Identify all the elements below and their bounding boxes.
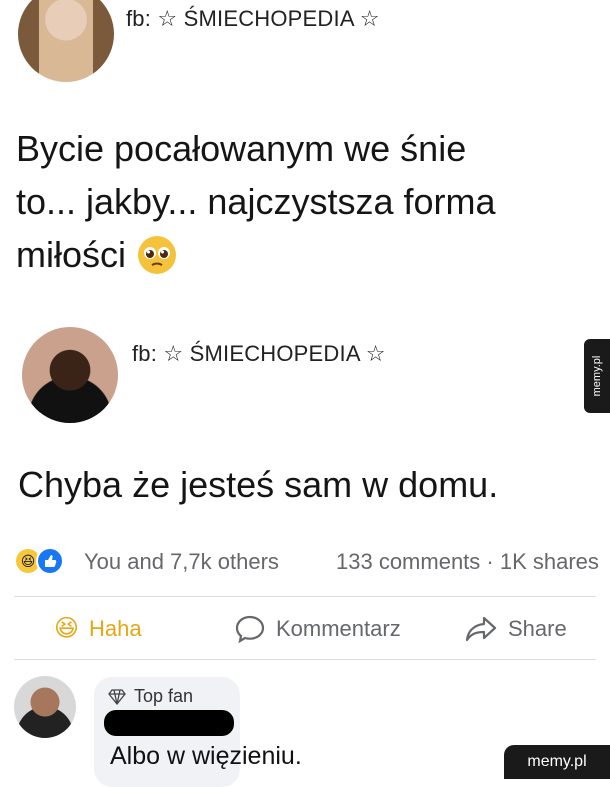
- comment-icon: [235, 615, 265, 644]
- redacted-name: [104, 710, 234, 736]
- diamond-icon: [108, 688, 126, 705]
- post2-text: Chyba że jesteś sam w domu.: [18, 464, 499, 505]
- post2-source: fb: ☆ ŚMIECHOPEDIA ☆: [132, 341, 386, 366]
- haha-button[interactable]: 😆 Haha: [54, 614, 142, 643]
- top-fan-label: Top fan: [134, 686, 194, 706]
- reactions-count[interactable]: You and 7,7k others: [84, 549, 279, 575]
- pleading-face-icon: [138, 235, 177, 274]
- comment-label: Kommentarz: [276, 616, 401, 641]
- post1-line-2: to... jakby... najczystsza forma: [16, 181, 496, 222]
- actions-divider-top: [14, 596, 596, 597]
- post1-line-3: miłości: [16, 234, 127, 275]
- watermark: memy.pl: [504, 745, 610, 779]
- post1-line-1: Bycie pocałowanym we śnie: [16, 128, 467, 169]
- comment-button[interactable]: Kommentarz: [234, 614, 401, 644]
- post1-text: Bycie pocałowanym we śnie to... jakby...…: [16, 122, 496, 281]
- side-watermark-label: memy.pl: [591, 355, 603, 397]
- top-fan-badge: Top fan: [108, 686, 193, 707]
- avatar-post2[interactable]: [22, 327, 118, 423]
- commenter-avatar[interactable]: [14, 676, 76, 738]
- reaction-icons[interactable]: 😆: [14, 547, 74, 575]
- haha-icon: 😆: [54, 615, 80, 642]
- share-label: Share: [508, 616, 567, 641]
- share-icon: [465, 616, 497, 642]
- comments-shares-count[interactable]: 133 comments · 1K shares: [336, 549, 599, 575]
- like-reaction-icon: [36, 547, 64, 575]
- haha-label: Haha: [89, 615, 142, 641]
- comment-text: Albo w więzieniu.: [110, 742, 302, 770]
- share-button[interactable]: Share: [464, 614, 567, 644]
- avatar-post1[interactable]: [18, 0, 114, 82]
- actions-divider-bottom: [14, 659, 596, 660]
- post1-source: fb: ☆ ŚMIECHOPEDIA ☆: [126, 6, 380, 31]
- side-watermark-tab: memy.pl: [584, 339, 610, 413]
